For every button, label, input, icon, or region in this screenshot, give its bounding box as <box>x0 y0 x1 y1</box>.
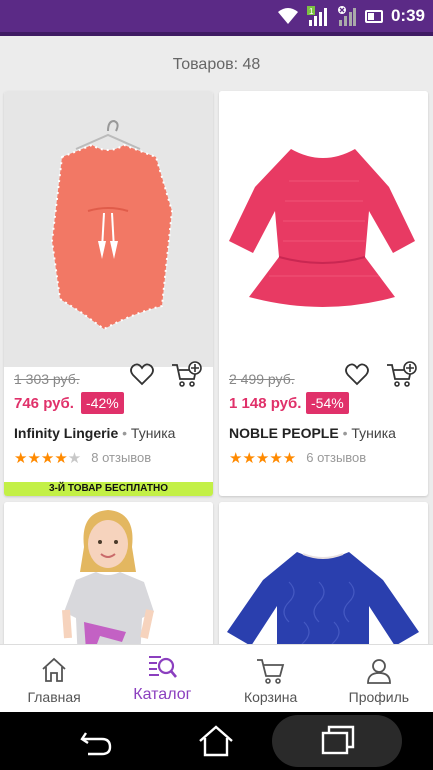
discount-badge: -54% <box>306 392 349 414</box>
new-price-row: 746 руб. -42% <box>4 392 213 418</box>
pink-dress-image <box>229 149 415 307</box>
price-row: 1 303 руб. <box>4 361 213 392</box>
rating-row: ★★★★★ 8 отзывов <box>4 444 213 468</box>
new-price: 746 руб. <box>14 395 74 412</box>
new-price: 1 148 руб. <box>229 395 302 412</box>
tab-catalog[interactable]: Каталог <box>108 645 216 713</box>
product-image[interactable] <box>4 91 213 367</box>
girl-in-tunic-image <box>62 510 154 644</box>
status-bar: 1 0:39 <box>0 0 433 36</box>
home-icon <box>42 657 66 682</box>
home-nav-icon[interactable] <box>196 721 236 761</box>
rating-stars: ★★★★★ <box>14 449 82 467</box>
catalog-search-icon <box>149 656 178 678</box>
heart-icon[interactable] <box>344 362 370 388</box>
brand-name: NOBLE PEOPLE <box>229 425 339 441</box>
product-type: Туника <box>130 425 176 441</box>
old-price: 1 303 руб. <box>14 371 80 387</box>
reviews-count[interactable]: 6 отзывов <box>306 450 366 465</box>
brand-name: Infinity Lingerie <box>14 425 119 441</box>
promo-banner: 3-Й ТОВАР БЕСПЛАТНО <box>4 482 213 496</box>
separator-dot: • <box>122 425 128 441</box>
product-card[interactable] <box>219 502 428 644</box>
product-title: Infinity Lingerie • Туника <box>4 418 213 444</box>
tab-profile-label: Профиль <box>348 689 410 705</box>
product-image[interactable] <box>4 502 213 644</box>
profile-icon <box>366 659 391 684</box>
add-to-cart-icon[interactable] <box>171 361 203 389</box>
tab-profile[interactable]: Профиль <box>325 645 433 713</box>
reviews-count[interactable]: 8 отзывов <box>91 450 151 465</box>
product-card[interactable]: 2 499 руб. 1 148 руб. -54% NOBLE PEOPLE … <box>219 91 428 496</box>
product-card[interactable]: 1 303 руб. 746 руб. -42% Infinity Linger… <box>4 91 213 496</box>
rating-stars: ★★★★★ <box>229 449 297 467</box>
product-image[interactable] <box>219 502 428 644</box>
product-image[interactable] <box>219 91 428 367</box>
battery-icon <box>364 9 383 23</box>
tab-home[interactable]: Главная <box>0 645 108 713</box>
tab-home-label: Главная <box>27 689 81 705</box>
new-price-row: 1 148 руб. -54% <box>219 392 428 418</box>
discount-badge: -42% <box>81 392 124 414</box>
tab-cart[interactable]: Корзина <box>217 645 325 713</box>
separator-dot: • <box>342 425 348 441</box>
product-card[interactable] <box>4 502 213 644</box>
cart-icon <box>256 659 284 684</box>
coral-tunic-image <box>50 119 174 331</box>
no-sim-signal-icon <box>337 6 356 26</box>
old-price: 2 499 руб. <box>229 371 295 387</box>
status-time: 0:39 <box>390 6 425 25</box>
tab-cart-label: Корзина <box>243 689 298 705</box>
product-title: NOBLE PEOPLE • Туника <box>219 418 428 444</box>
heart-icon[interactable] <box>129 362 155 388</box>
back-icon[interactable] <box>76 721 116 761</box>
status-icons: 1 0:39 <box>277 4 425 28</box>
signal-icon: 1 <box>306 6 327 26</box>
signal-badge: 1 <box>309 7 314 16</box>
rating-row: ★★★★★ 6 отзывов <box>219 444 428 468</box>
price-row: 2 499 руб. <box>219 361 428 392</box>
system-nav-bar <box>0 712 433 770</box>
tab-catalog-label: Каталог <box>133 686 192 703</box>
bottom-tab-bar: Главная Каталог Корзина Профиль <box>0 644 433 712</box>
product-type: Туника <box>351 425 396 441</box>
wifi-icon <box>277 8 298 24</box>
blue-dress-image <box>227 552 419 644</box>
product-count: Товаров: 48 <box>172 56 261 73</box>
add-to-cart-icon[interactable] <box>386 361 418 389</box>
recents-icon[interactable] <box>318 721 358 761</box>
catalog-content[interactable]: Товаров: 48 1 303 руб. 746 руб. -42% Inf… <box>0 36 433 644</box>
